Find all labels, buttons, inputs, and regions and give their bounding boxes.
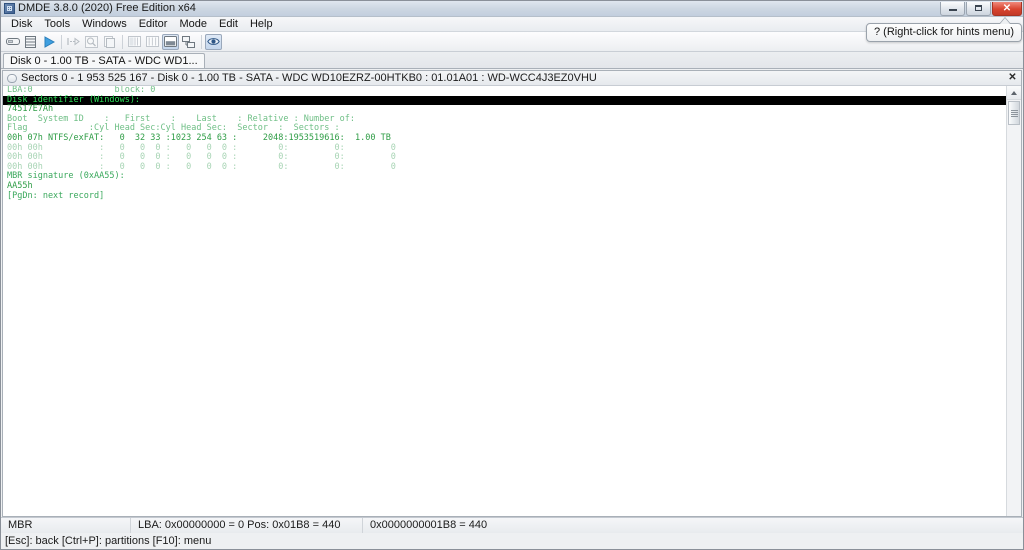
about-button[interactable] — [205, 33, 222, 50]
disk-tab-strip: Disk 0 - 1.00 TB - SATA - WDC WD1... — [1, 52, 1023, 69]
step-into-icon — [66, 37, 80, 46]
find-button — [83, 34, 100, 50]
document-close-icon: ✕ — [1008, 71, 1017, 83]
keyboard-hint-bar: [Esc]: back [Ctrl+P]: partitions [F10]: … — [1, 533, 1023, 549]
hints-menu-callout[interactable]: ? (Right-click for hints menu) — [866, 17, 1022, 42]
keyboard-hint-text: [Esc]: back [Ctrl+P]: partitions [F10]: … — [5, 535, 212, 547]
mbr-view-button[interactable] — [162, 33, 179, 50]
document-title-bar: Sectors 0 - 1 953 525 167 - Disk 0 - 1.0… — [3, 71, 1021, 86]
partition-table-view-icon — [128, 36, 141, 47]
editor-line: MBR signature (0xAA55): — [7, 171, 125, 182]
open-disk-button[interactable] — [4, 34, 21, 50]
mbr-text-view[interactable]: LBA:0 block: 0 Disk identifier (Windows)… — [3, 86, 1006, 516]
scrollbar-grip-icon — [1010, 109, 1018, 117]
document-title: Sectors 0 - 1 953 525 167 - Disk 0 - 1.0… — [21, 72, 597, 84]
status-offset: 0x0000000001B8 = 440 — [370, 519, 488, 531]
sector-document-window: Sectors 0 - 1 953 525 167 - Disk 0 - 1.0… — [2, 70, 1022, 517]
status-bar: MBR LBA: 0x00000000 = 0 Pos: 0x01B8 = 44… — [1, 517, 1023, 533]
hints-menu-callout-text: ? (Right-click for hints menu) — [874, 26, 1014, 38]
clone-disk-icon — [182, 35, 195, 48]
close-icon: ✕ — [1002, 2, 1012, 14]
open-volume-icon — [25, 35, 36, 48]
search-icon — [85, 35, 98, 48]
editor-line: [PgDn: next record] — [7, 190, 105, 201]
scroll-up-button[interactable] — [1007, 86, 1021, 100]
about-eye-icon — [207, 38, 220, 45]
title-bar: DMDE 3.8.0 (2020) Free Edition x64 ✕ — [1, 1, 1023, 17]
editor-line-highlighted: Disk identifier (Windows): — [3, 95, 1006, 106]
hex-columns-view-button — [144, 34, 161, 50]
app-disk-icon — [4, 3, 15, 14]
scroll-up-arrow-icon — [1011, 90, 1017, 95]
copy-sectors-button — [101, 34, 118, 50]
mbr-view-icon — [164, 36, 177, 47]
editor-line: LBA:0 block: 0 — [7, 86, 156, 95]
close-button[interactable]: ✕ — [992, 1, 1022, 16]
sector-window-icon — [7, 73, 17, 83]
status-record-type: MBR — [1, 518, 131, 533]
toolbar-separator-3 — [201, 34, 202, 49]
open-volume-button[interactable] — [22, 34, 39, 50]
hex-columns-view-icon — [146, 36, 159, 47]
maximize-button[interactable] — [966, 1, 991, 16]
status-position: LBA: 0x00000000 = 0 Pos: 0x01B8 = 440 — [131, 518, 363, 533]
step-into-button — [65, 34, 82, 50]
run-scan-button[interactable] — [40, 34, 57, 50]
menu-item-help[interactable]: Help — [244, 17, 279, 31]
scrollbar-track[interactable] — [1007, 125, 1021, 516]
menu-item-mode[interactable]: Mode — [173, 17, 213, 31]
play-triangle-icon — [44, 35, 55, 48]
clone-disk-button[interactable] — [180, 34, 197, 50]
tab-disk-0[interactable]: Disk 0 - 1.00 TB - SATA - WDC WD1... — [3, 53, 205, 68]
menu-item-tools[interactable]: Tools — [38, 17, 76, 31]
menu-item-disk[interactable]: Disk — [5, 17, 38, 31]
document-close-button[interactable]: ✕ — [1007, 72, 1018, 83]
maximize-icon — [975, 5, 982, 11]
window-title: DMDE 3.8.0 (2020) Free Edition x64 — [18, 2, 196, 14]
toolbar-separator — [61, 34, 62, 49]
partition-table-view-button — [126, 34, 143, 50]
minimize-icon — [948, 9, 957, 11]
menu-item-windows[interactable]: Windows — [76, 17, 133, 31]
open-disk-icon — [5, 38, 20, 45]
vertical-scrollbar[interactable] — [1006, 86, 1021, 516]
editor-line: AA55h — [7, 180, 33, 191]
copy-sectors-icon — [104, 35, 115, 48]
menu-item-edit[interactable]: Edit — [213, 17, 244, 31]
scrollbar-thumb[interactable] — [1008, 101, 1020, 125]
menu-item-editor[interactable]: Editor — [133, 17, 174, 31]
document-body: LBA:0 block: 0 Disk identifier (Windows)… — [3, 86, 1021, 516]
toolbar-separator-2 — [122, 34, 123, 49]
minimize-button[interactable] — [940, 1, 965, 16]
application-window: DMDE 3.8.0 (2020) Free Edition x64 ✕ Dis… — [0, 0, 1024, 550]
window-controls: ✕ — [939, 1, 1023, 16]
table-row: 00h 00h : 0 0 0 : 0 0 0 : 0: 0: 0 — [7, 161, 396, 172]
document-area: Sectors 0 - 1 953 525 167 - Disk 0 - 1.0… — [1, 69, 1023, 517]
